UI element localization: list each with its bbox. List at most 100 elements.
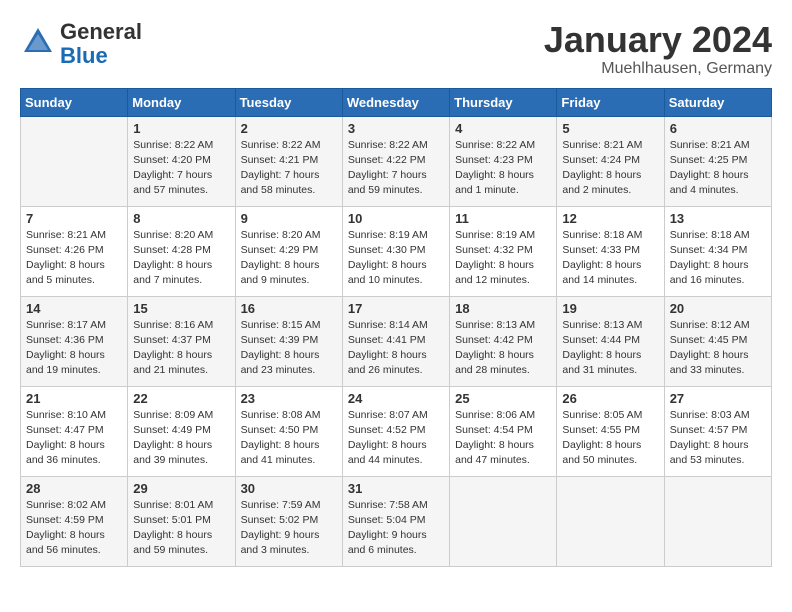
day-info: Sunrise: 7:59 AM Sunset: 5:02 PM Dayligh… xyxy=(241,498,337,559)
day-info: Sunrise: 8:13 AM Sunset: 4:44 PM Dayligh… xyxy=(562,318,658,379)
logo: General Blue xyxy=(20,20,142,68)
day-info: Sunrise: 8:19 AM Sunset: 4:32 PM Dayligh… xyxy=(455,228,551,289)
title-block: January 2024 Muehlhausen, Germany xyxy=(544,20,772,78)
calendar-cell: 1 Sunrise: 8:22 AM Sunset: 4:20 PM Daylig… xyxy=(128,116,235,206)
day-info: Sunrise: 7:58 AM Sunset: 5:04 PM Dayligh… xyxy=(348,498,444,559)
day-number: 10 xyxy=(348,211,444,226)
weekday-header-thursday: Thursday xyxy=(450,88,557,116)
day-info: Sunrise: 8:20 AM Sunset: 4:29 PM Dayligh… xyxy=(241,228,337,289)
calendar-cell: 18 Sunrise: 8:13 AM Sunset: 4:42 PM Dayli… xyxy=(450,296,557,386)
calendar-cell: 31 Sunrise: 7:58 AM Sunset: 5:04 PM Dayli… xyxy=(342,476,449,566)
day-info: Sunrise: 8:18 AM Sunset: 4:33 PM Dayligh… xyxy=(562,228,658,289)
day-number: 27 xyxy=(670,391,766,406)
calendar-cell: 2 Sunrise: 8:22 AM Sunset: 4:21 PM Daylig… xyxy=(235,116,342,206)
calendar-cell: 29Sunrise: 8:01 AM Sunset: 5:01 PM Dayli… xyxy=(128,476,235,566)
calendar-cell xyxy=(664,476,771,566)
calendar-cell: 26 Sunrise: 8:05 AM Sunset: 4:55 PM Dayli… xyxy=(557,386,664,476)
day-info: Sunrise: 8:09 AM Sunset: 4:49 PM Dayligh… xyxy=(133,408,229,469)
weekday-header-tuesday: Tuesday xyxy=(235,88,342,116)
calendar-cell: 6Sunrise: 8:21 AM Sunset: 4:25 PM Daylig… xyxy=(664,116,771,206)
calendar-cell: 22 Sunrise: 8:09 AM Sunset: 4:49 PM Dayli… xyxy=(128,386,235,476)
day-number: 28 xyxy=(26,481,122,496)
calendar-cell: 12 Sunrise: 8:18 AM Sunset: 4:33 PM Dayli… xyxy=(557,206,664,296)
calendar-cell: 21 Sunrise: 8:10 AM Sunset: 4:47 PM Dayli… xyxy=(21,386,128,476)
day-number: 14 xyxy=(26,301,122,316)
day-info: Sunrise: 8:22 AM Sunset: 4:20 PM Dayligh… xyxy=(133,138,229,199)
day-info: Sunrise: 8:10 AM Sunset: 4:47 PM Dayligh… xyxy=(26,408,122,469)
calendar-cell: 3Sunrise: 8:22 AM Sunset: 4:22 PM Daylig… xyxy=(342,116,449,206)
day-info: Sunrise: 8:05 AM Sunset: 4:55 PM Dayligh… xyxy=(562,408,658,469)
calendar-table: SundayMondayTuesdayWednesdayThursdayFrid… xyxy=(20,88,772,567)
calendar-week-row: 7 Sunrise: 8:21 AM Sunset: 4:26 PM Daylig… xyxy=(21,206,772,296)
calendar-cell: 10 Sunrise: 8:19 AM Sunset: 4:30 PM Dayli… xyxy=(342,206,449,296)
day-number: 31 xyxy=(348,481,444,496)
month-title: January 2024 xyxy=(544,20,772,60)
day-number: 11 xyxy=(455,211,551,226)
day-number: 26 xyxy=(562,391,658,406)
calendar-cell: 15 Sunrise: 8:16 AM Sunset: 4:37 PM Dayli… xyxy=(128,296,235,386)
calendar-cell: 7 Sunrise: 8:21 AM Sunset: 4:26 PM Daylig… xyxy=(21,206,128,296)
calendar-cell: 4 Sunrise: 8:22 AM Sunset: 4:23 PM Daylig… xyxy=(450,116,557,206)
day-info: Sunrise: 8:14 AM Sunset: 4:41 PM Dayligh… xyxy=(348,318,444,379)
weekday-header-monday: Monday xyxy=(128,88,235,116)
calendar-cell: 8 Sunrise: 8:20 AM Sunset: 4:28 PM Daylig… xyxy=(128,206,235,296)
day-number: 20 xyxy=(670,301,766,316)
day-info: Sunrise: 8:03 AM Sunset: 4:57 PM Dayligh… xyxy=(670,408,766,469)
day-info: Sunrise: 8:13 AM Sunset: 4:42 PM Dayligh… xyxy=(455,318,551,379)
day-info: Sunrise: 8:21 AM Sunset: 4:26 PM Dayligh… xyxy=(26,228,122,289)
calendar-cell: 23 Sunrise: 8:08 AM Sunset: 4:50 PM Dayli… xyxy=(235,386,342,476)
day-number: 29 xyxy=(133,481,229,496)
location: Muehlhausen, Germany xyxy=(544,60,772,78)
calendar-week-row: 14 Sunrise: 8:17 AM Sunset: 4:36 PM Dayli… xyxy=(21,296,772,386)
day-info: Sunrise: 8:16 AM Sunset: 4:37 PM Dayligh… xyxy=(133,318,229,379)
day-number: 2 xyxy=(241,121,337,136)
day-info: Sunrise: 8:08 AM Sunset: 4:50 PM Dayligh… xyxy=(241,408,337,469)
day-info: Sunrise: 8:15 AM Sunset: 4:39 PM Dayligh… xyxy=(241,318,337,379)
calendar-week-row: 1 Sunrise: 8:22 AM Sunset: 4:20 PM Daylig… xyxy=(21,116,772,206)
day-number: 9 xyxy=(241,211,337,226)
calendar-cell xyxy=(21,116,128,206)
day-number: 7 xyxy=(26,211,122,226)
weekday-header-saturday: Saturday xyxy=(664,88,771,116)
day-number: 13 xyxy=(670,211,766,226)
logo-blue: Blue xyxy=(60,43,108,68)
calendar-cell: 19 Sunrise: 8:13 AM Sunset: 4:44 PM Dayli… xyxy=(557,296,664,386)
day-info: Sunrise: 8:20 AM Sunset: 4:28 PM Dayligh… xyxy=(133,228,229,289)
logo-icon xyxy=(20,24,56,65)
calendar-cell: 28 Sunrise: 8:02 AM Sunset: 4:59 PM Dayli… xyxy=(21,476,128,566)
day-number: 8 xyxy=(133,211,229,226)
logo-text: General Blue xyxy=(60,20,142,68)
calendar-cell: 11 Sunrise: 8:19 AM Sunset: 4:32 PM Dayli… xyxy=(450,206,557,296)
day-info: Sunrise: 8:06 AM Sunset: 4:54 PM Dayligh… xyxy=(455,408,551,469)
day-number: 15 xyxy=(133,301,229,316)
day-number: 1 xyxy=(133,121,229,136)
day-number: 22 xyxy=(133,391,229,406)
day-number: 18 xyxy=(455,301,551,316)
day-info: Sunrise: 8:21 AM Sunset: 4:24 PM Dayligh… xyxy=(562,138,658,199)
day-info: Sunrise: 8:22 AM Sunset: 4:21 PM Dayligh… xyxy=(241,138,337,199)
logo-general: General xyxy=(60,19,142,44)
weekday-header-wednesday: Wednesday xyxy=(342,88,449,116)
calendar-cell: 5 Sunrise: 8:21 AM Sunset: 4:24 PM Daylig… xyxy=(557,116,664,206)
calendar-week-row: 28 Sunrise: 8:02 AM Sunset: 4:59 PM Dayli… xyxy=(21,476,772,566)
day-number: 21 xyxy=(26,391,122,406)
page-header: General Blue January 2024 Muehlhausen, G… xyxy=(20,20,772,78)
day-info: Sunrise: 8:17 AM Sunset: 4:36 PM Dayligh… xyxy=(26,318,122,379)
day-number: 19 xyxy=(562,301,658,316)
calendar-cell: 24Sunrise: 8:07 AM Sunset: 4:52 PM Dayli… xyxy=(342,386,449,476)
day-info: Sunrise: 8:19 AM Sunset: 4:30 PM Dayligh… xyxy=(348,228,444,289)
weekday-header-sunday: Sunday xyxy=(21,88,128,116)
day-info: Sunrise: 8:02 AM Sunset: 4:59 PM Dayligh… xyxy=(26,498,122,559)
day-number: 16 xyxy=(241,301,337,316)
calendar-cell: 9 Sunrise: 8:20 AM Sunset: 4:29 PM Daylig… xyxy=(235,206,342,296)
calendar-cell: 27 Sunrise: 8:03 AM Sunset: 4:57 PM Dayli… xyxy=(664,386,771,476)
day-number: 25 xyxy=(455,391,551,406)
day-info: Sunrise: 8:07 AM Sunset: 4:52 PM Dayligh… xyxy=(348,408,444,469)
day-number: 4 xyxy=(455,121,551,136)
day-number: 17 xyxy=(348,301,444,316)
day-number: 12 xyxy=(562,211,658,226)
day-info: Sunrise: 8:22 AM Sunset: 4:23 PM Dayligh… xyxy=(455,138,551,199)
day-number: 23 xyxy=(241,391,337,406)
day-number: 3 xyxy=(348,121,444,136)
day-number: 5 xyxy=(562,121,658,136)
